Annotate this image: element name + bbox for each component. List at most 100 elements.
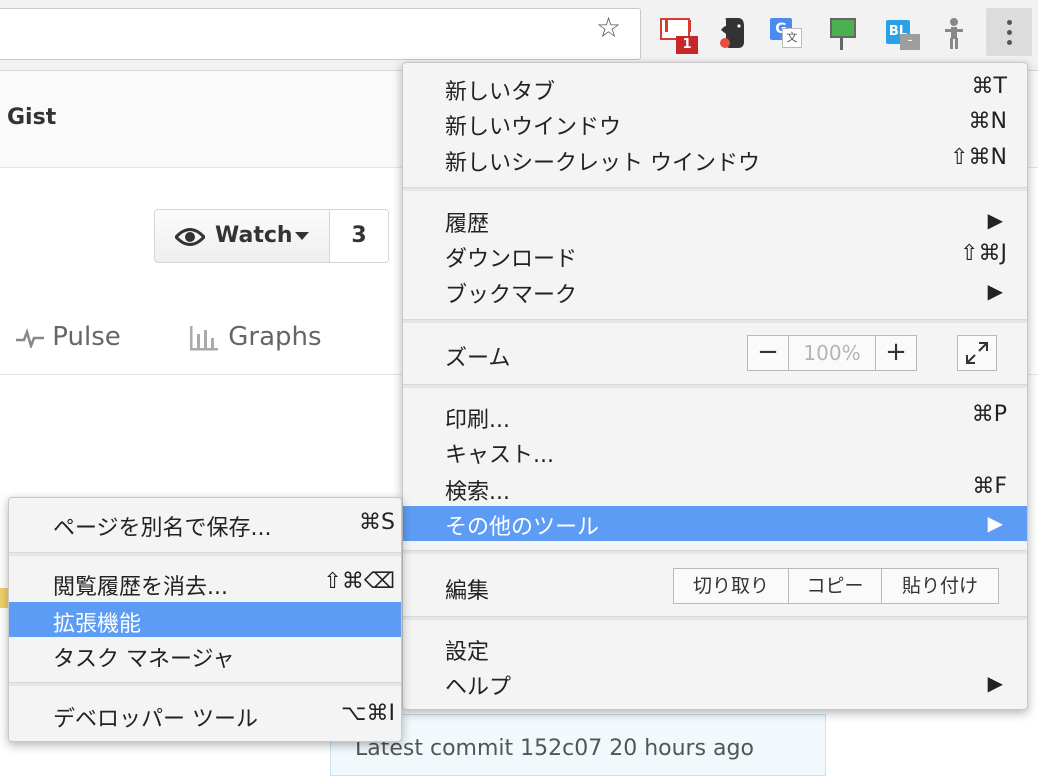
fullscreen-icon: [966, 342, 988, 364]
graph-icon: [190, 325, 218, 350]
menu-item-new-window[interactable]: 新しいウインドウ ⌘N: [403, 106, 1027, 141]
menu-item-label: ブックマーク: [445, 283, 578, 308]
menu-separator: [403, 550, 1027, 554]
menu-item-label: 印刷...: [445, 408, 510, 433]
submenu-item-shortcut: ⌘S: [359, 510, 395, 535]
fullscreen-button[interactable]: [957, 335, 997, 371]
tab-graphs-label: Graphs: [228, 322, 322, 352]
menu-separator: [403, 616, 1027, 620]
evernote-extension-icon[interactable]: [718, 16, 752, 50]
menu-item-label: 編集: [445, 579, 490, 604]
menu-item-shortcut: ⌘T: [971, 74, 1007, 99]
menu-dot-icon: [1007, 20, 1012, 25]
eye-icon: [175, 228, 205, 246]
gmail-unread-badge: 1: [676, 36, 698, 54]
menu-item-help[interactable]: ヘルプ ▶: [403, 666, 1027, 701]
gist-link[interactable]: Gist: [7, 105, 56, 130]
submenu-item-task-manager[interactable]: タスク マネージャ: [9, 637, 401, 672]
menu-item-bookmarks[interactable]: ブックマーク ▶: [403, 274, 1027, 309]
watch-count[interactable]: 3: [329, 209, 389, 263]
tab-pulse[interactable]: Pulse: [16, 322, 121, 352]
menu-item-cast[interactable]: キャスト...: [403, 434, 1027, 469]
edit-button-group: 切り取り コピー 貼り付け: [673, 568, 999, 604]
menu-item-settings[interactable]: 設定: [403, 631, 1027, 666]
record-dot-icon: [720, 38, 730, 48]
submenu-item-shortcut: ⌥⌘I: [341, 701, 395, 726]
menu-dot-icon: [1007, 30, 1012, 35]
watch-label: Watch: [215, 223, 293, 248]
figure-icon: [945, 18, 963, 49]
submenu-item-dev-tools[interactable]: デベロッパー ツール ⌥⌘I: [9, 697, 401, 732]
menu-separator: [403, 319, 1027, 323]
menu-item-label: 履歴: [445, 212, 490, 237]
chrome-main-menu: 新しいタブ ⌘T 新しいウインドウ ⌘N 新しいシークレット ウインドウ ⇧⌘N…: [402, 62, 1028, 710]
submenu-arrow-icon: ▶: [987, 511, 1003, 535]
menu-item-find[interactable]: 検索... ⌘F: [403, 471, 1027, 506]
bl-status-badge: -: [900, 34, 920, 50]
latest-commit-text: Latest commit 152c07 20 hours ago: [355, 736, 754, 761]
menu-item-zoom: ズーム: [403, 337, 1027, 372]
zoom-in-button[interactable]: +: [875, 336, 916, 370]
zoom-control: − 100% +: [747, 335, 917, 371]
menu-item-shortcut: ⇧⌘J: [960, 241, 1007, 266]
paste-button[interactable]: 貼り付け: [882, 569, 998, 603]
submenu-arrow-icon: ▶: [987, 671, 1003, 695]
gmail-extension-icon[interactable]: 1: [660, 16, 698, 54]
submenu-arrow-icon: ▶: [987, 208, 1003, 232]
submenu-item-label: 閲覧履歴を消去...: [53, 575, 228, 600]
person-extension-icon[interactable]: [942, 16, 976, 50]
zoom-out-button[interactable]: −: [748, 336, 789, 370]
menu-item-label: ダウンロード: [445, 247, 578, 272]
menu-item-label: ズーム: [445, 346, 511, 371]
pin-board-icon: [830, 18, 856, 38]
menu-item-label: 新しいウインドウ: [445, 115, 622, 140]
dropdown-caret-icon: [295, 232, 309, 240]
more-tools-submenu: ページを別名で保存... ⌘S 閲覧履歴を消去... ⇧⌘⌫ 拡張機能 タスク …: [8, 497, 402, 742]
menu-item-label: 新しいタブ: [445, 80, 556, 105]
submenu-item-label: タスク マネージャ: [53, 647, 235, 672]
submenu-arrow-icon: ▶: [987, 279, 1003, 303]
menu-item-label: 設定: [445, 640, 490, 665]
menu-item-more-tools[interactable]: その他のツール ▶: [403, 506, 1027, 541]
zoom-level: 100%: [803, 341, 861, 365]
submenu-separator: [9, 552, 401, 556]
address-bar[interactable]: [0, 8, 641, 60]
submenu-item-label: 拡張機能: [53, 612, 142, 637]
tab-graphs[interactable]: Graphs: [188, 322, 322, 352]
translate-char-icon: 文: [782, 28, 802, 48]
menu-item-shortcut: ⇧⌘N: [950, 145, 1007, 170]
bl-extension-icon[interactable]: BL -: [886, 16, 920, 50]
menu-item-new-tab[interactable]: 新しいタブ ⌘T: [403, 71, 1027, 106]
pin-stand-icon: [840, 36, 843, 50]
menu-item-shortcut: ⌘N: [968, 109, 1007, 134]
copy-button[interactable]: コピー: [789, 569, 882, 603]
submenu-item-shortcut: ⇧⌘⌫: [323, 569, 395, 594]
cut-button[interactable]: 切り取り: [674, 569, 789, 603]
browser-toolbar: ☆ 1 G 文 BL -: [0, 0, 1038, 71]
pulse-icon: [16, 327, 44, 350]
menu-item-label: 新しいシークレット ウインドウ: [445, 151, 760, 176]
menu-separator: [403, 187, 1027, 191]
bookmark-star-icon[interactable]: ☆: [596, 14, 621, 42]
menu-separator: [403, 384, 1027, 388]
google-translate-extension-icon[interactable]: G 文: [770, 16, 804, 50]
menu-item-print[interactable]: 印刷... ⌘P: [403, 399, 1027, 434]
menu-item-label: キャスト...: [445, 443, 554, 468]
submenu-item-save-page[interactable]: ページを別名で保存... ⌘S: [9, 506, 401, 541]
menu-item-new-incognito[interactable]: 新しいシークレット ウインドウ ⇧⌘N: [403, 142, 1027, 177]
submenu-separator: [9, 682, 401, 686]
submenu-item-label: デベロッパー ツール: [53, 707, 258, 732]
menu-dot-icon: [1007, 40, 1012, 45]
submenu-item-extensions[interactable]: 拡張機能: [9, 602, 401, 637]
menu-item-shortcut: ⌘P: [971, 402, 1007, 427]
submenu-item-clear-history[interactable]: 閲覧履歴を消去... ⇧⌘⌫: [9, 565, 401, 600]
menu-item-label: ヘルプ: [445, 675, 512, 700]
menu-item-downloads[interactable]: ダウンロード ⇧⌘J: [403, 238, 1027, 273]
menu-item-history[interactable]: 履歴 ▶: [403, 203, 1027, 238]
chrome-menu-button[interactable]: [986, 8, 1032, 56]
submenu-item-label: ページを別名で保存...: [53, 516, 272, 541]
menu-item-label: 検索...: [445, 480, 510, 505]
tab-pulse-label: Pulse: [52, 322, 121, 352]
pin-extension-icon[interactable]: [826, 16, 860, 50]
watch-button[interactable]: Watch: [154, 209, 330, 263]
